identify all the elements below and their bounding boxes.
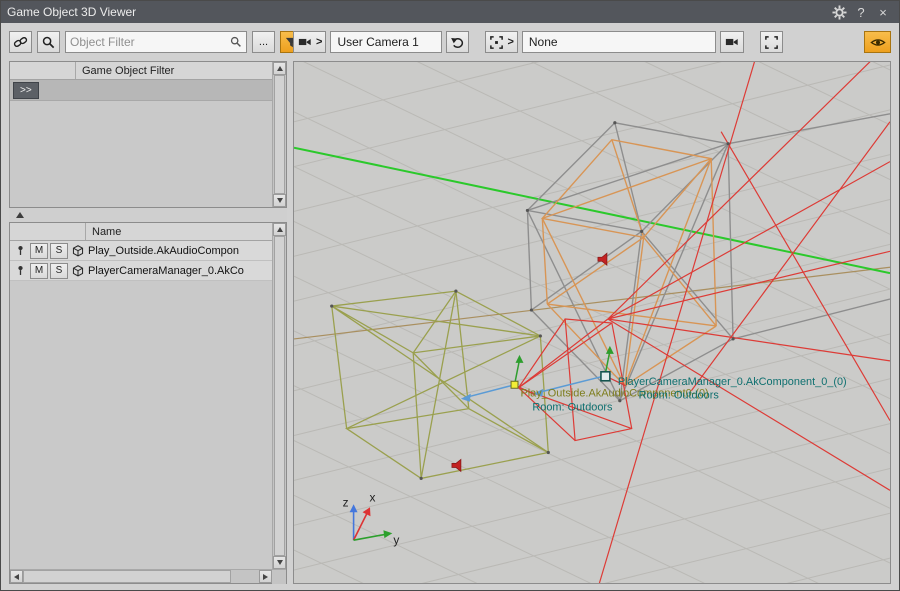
left-panel: Game Object Filter >> <box>9 61 287 584</box>
eye-icon <box>870 35 886 50</box>
scroll-left-button[interactable] <box>10 570 23 583</box>
camera-name-field[interactable]: User Camera 1 <box>330 31 442 53</box>
tan-guide-line <box>294 267 890 339</box>
scroll-down-button[interactable] <box>273 194 286 207</box>
filter-buttons-column-header <box>10 62 76 79</box>
3d-scene: Play_Outside.AkAudioComponent0-(0) Room:… <box>294 62 890 583</box>
filter-toolbar: ... <box>9 31 287 53</box>
follow-camera-button[interactable] <box>720 31 744 53</box>
scrollbar-thumb[interactable] <box>274 236 285 556</box>
help-button[interactable]: ? <box>851 3 871 21</box>
close-button[interactable]: × <box>873 3 893 21</box>
toolbar: ... > User Camera 1 <box>1 23 899 61</box>
video-camera-icon <box>724 35 740 49</box>
listener-select-button[interactable]: > <box>485 31 517 53</box>
green-axis-line <box>294 148 890 274</box>
visibility-eye-button[interactable] <box>864 31 891 53</box>
axis-x-label: x <box>369 490 375 504</box>
speaker-icon <box>452 459 461 471</box>
frame-selection-button[interactable] <box>760 31 783 53</box>
mute-button[interactable]: M <box>30 263 48 279</box>
scrollbar-corner <box>272 570 286 584</box>
settings-gear-icon[interactable] <box>829 3 849 21</box>
undo-icon <box>450 35 465 50</box>
filter-list-vertical-scrollbar[interactable] <box>272 62 286 207</box>
video-camera-icon <box>297 35 313 49</box>
camera-select-button[interactable]: > <box>293 31 326 53</box>
object-controls-column-header <box>10 223 86 240</box>
filter-list-empty-area <box>10 101 272 207</box>
pin-icon[interactable] <box>12 243 28 259</box>
search-icon <box>41 35 56 50</box>
object-list-row[interactable]: M S PlayerCameraManager_0.AkCo <box>10 261 272 281</box>
panel-splitter[interactable] <box>9 208 287 222</box>
more-options-button[interactable]: ... <box>252 31 275 53</box>
pin-icon[interactable] <box>12 263 28 279</box>
listener-room-label: Room: Outdoors <box>639 390 720 402</box>
filter-row-selected[interactable]: >> <box>10 80 272 101</box>
axis-gizmo: z x y <box>343 490 400 547</box>
scrollbar-thumb[interactable] <box>23 570 231 583</box>
camera-toolbar: > User Camera 1 > None <box>293 31 891 53</box>
emitter-marker <box>511 381 518 388</box>
emitter-room-label: Room: Outdoors <box>532 402 613 414</box>
3d-viewport[interactable]: Play_Outside.AkAudioComponent0-(0) Room:… <box>293 61 891 584</box>
scroll-right-button[interactable] <box>259 570 272 583</box>
expand-filter-button[interactable]: >> <box>13 82 39 99</box>
vertex-dots <box>330 121 734 480</box>
object-list-horizontal-scrollbar[interactable] <box>10 569 286 583</box>
search-button[interactable] <box>37 31 60 53</box>
name-column-header: Name <box>86 226 121 238</box>
scroll-up-button[interactable] <box>273 62 286 75</box>
link-button[interactable] <box>9 31 32 53</box>
filter-column-header: Game Object Filter <box>76 65 174 77</box>
object-list-row[interactable]: M S Play_Outside.AkAudioCompon <box>10 241 272 261</box>
titlebar: Game Object 3D Viewer ? × <box>1 1 899 23</box>
listener-name-field[interactable]: None <box>522 31 716 53</box>
axis-z-label: z <box>343 495 349 509</box>
collapse-up-icon[interactable] <box>16 212 24 218</box>
link-icon <box>13 34 28 50</box>
window-title: Game Object 3D Viewer <box>7 5 827 19</box>
search-icon <box>229 35 243 49</box>
scroll-up-button[interactable] <box>273 223 286 236</box>
speaker-icon <box>598 253 607 265</box>
listener-label: PlayerCameraManager_0.AkComponent_0_(0) <box>618 376 847 388</box>
listener-marker <box>601 372 610 381</box>
object-filter-field <box>65 31 247 53</box>
content-area: Game Object Filter >> <box>1 61 899 584</box>
object-filter-input[interactable] <box>66 35 229 49</box>
solo-button[interactable]: S <box>50 243 68 259</box>
frame-brackets-icon <box>764 35 779 50</box>
game-object-filter-panel: Game Object Filter >> <box>9 61 287 208</box>
game-object-3d-viewer-window: Game Object 3D Viewer ? × <box>0 0 900 591</box>
axis-y-label: y <box>393 533 399 547</box>
game-object-cube-icon <box>70 243 86 259</box>
solo-button[interactable]: S <box>50 263 68 279</box>
object-name: PlayerCameraManager_0.AkCo <box>88 265 272 277</box>
object-list-header: Name <box>10 223 272 241</box>
object-name: Play_Outside.AkAudioCompon <box>88 245 272 257</box>
mute-button[interactable]: M <box>30 243 48 259</box>
reset-camera-button[interactable] <box>446 31 469 53</box>
game-object-list-panel: Name M S Play_Outside.AkAudioCompon <box>9 222 287 584</box>
scroll-down-button[interactable] <box>273 556 286 569</box>
object-list-empty-area <box>10 281 272 569</box>
object-list-vertical-scrollbar[interactable] <box>272 223 286 569</box>
scrollbar-thumb[interactable] <box>274 75 285 194</box>
game-object-cube-icon <box>70 263 86 279</box>
selection-brackets-icon <box>489 35 504 50</box>
red-portal-wireframe <box>518 62 890 583</box>
filter-list-header: Game Object Filter <box>10 62 272 80</box>
